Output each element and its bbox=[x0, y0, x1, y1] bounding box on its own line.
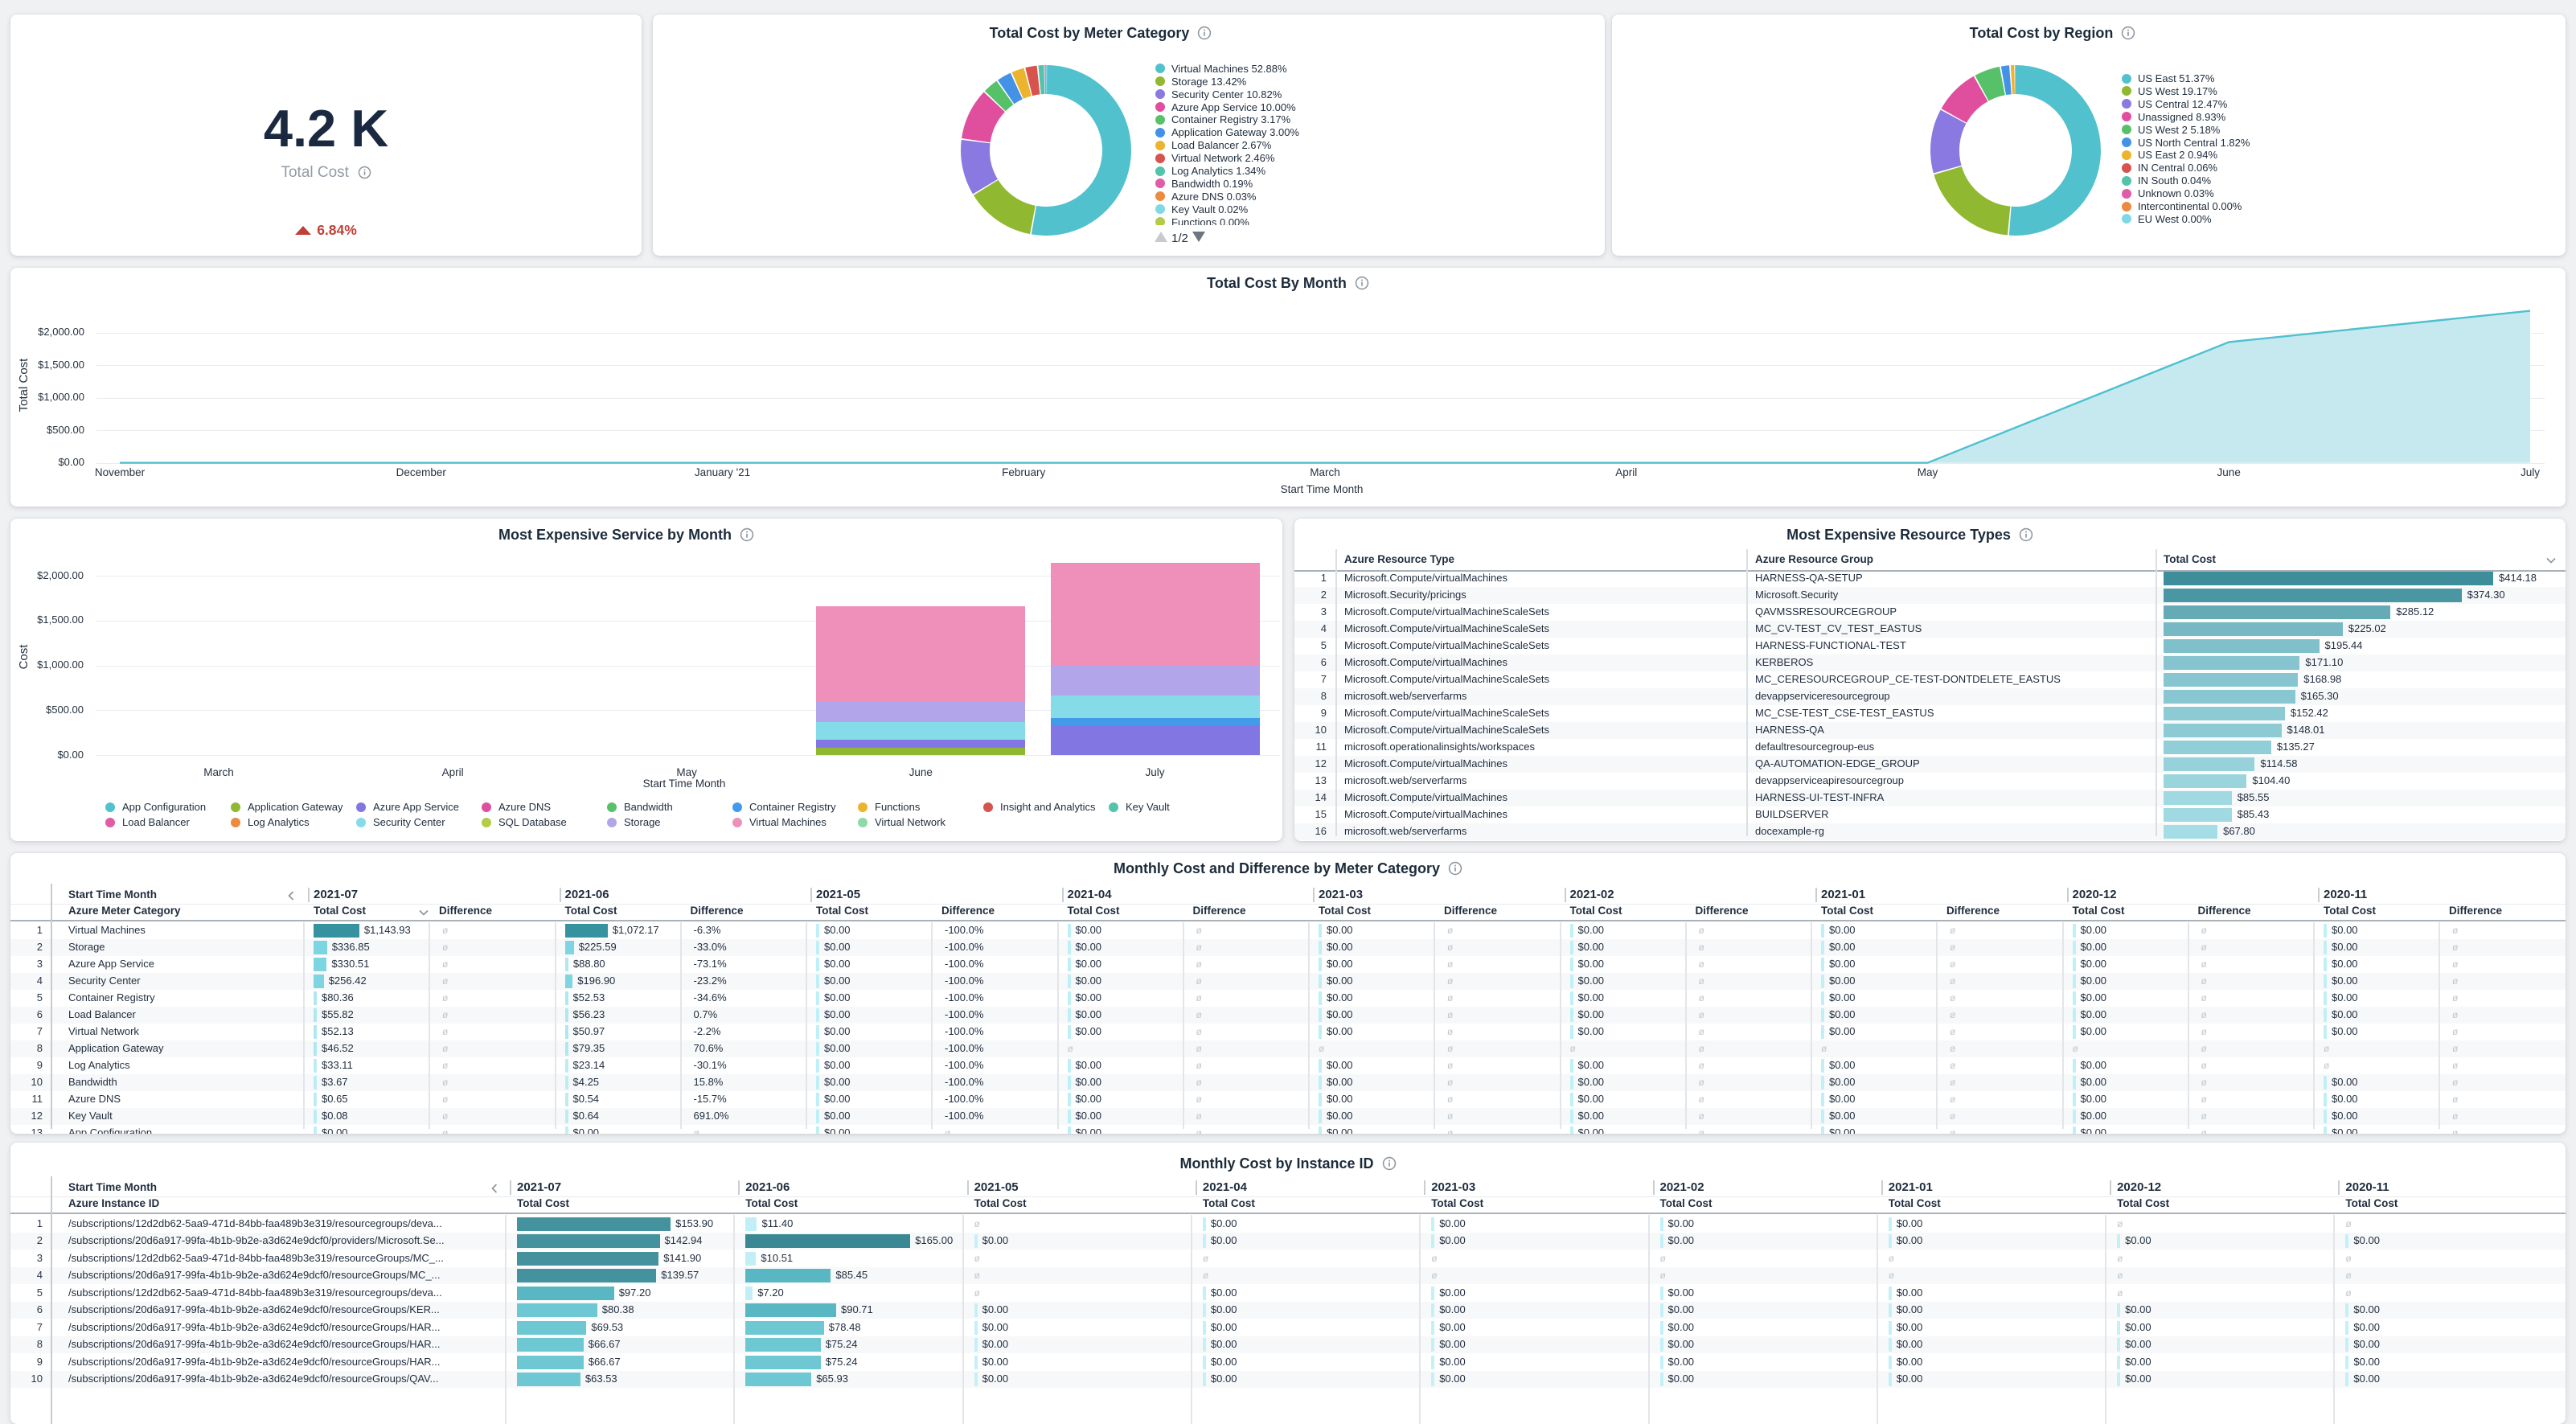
svg-text:Cost: Cost bbox=[17, 644, 31, 670]
